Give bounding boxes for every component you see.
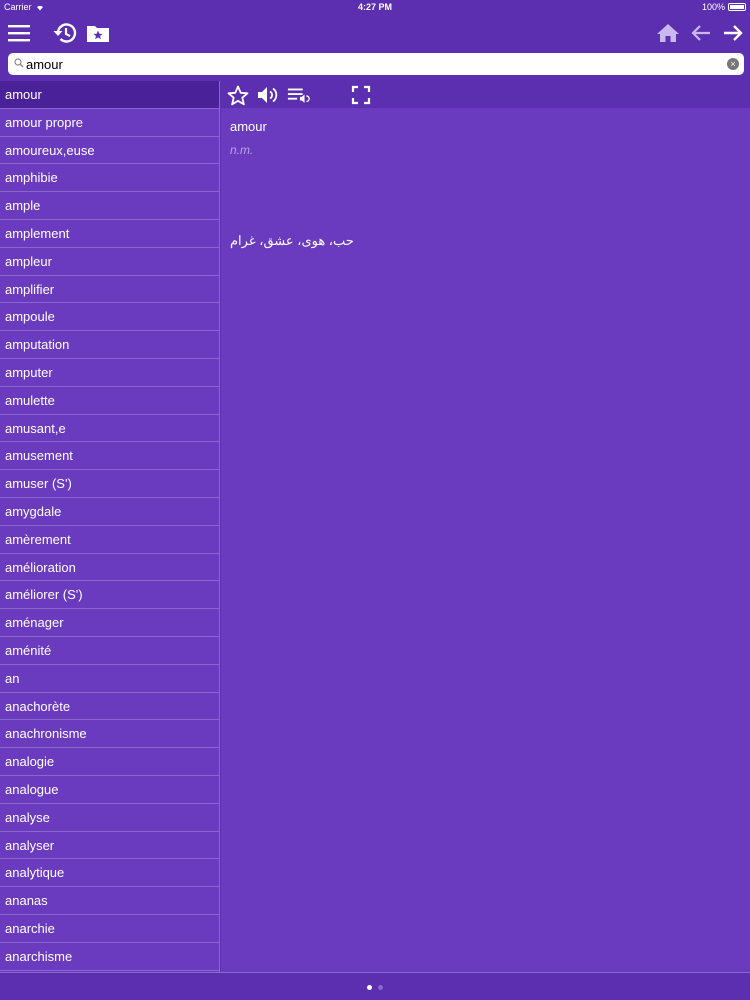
word-list-item[interactable]: ampoule [0, 303, 219, 332]
fullscreen-icon[interactable] [349, 83, 373, 107]
word-list-item[interactable]: anachronisme [0, 720, 219, 749]
top-toolbar [0, 14, 750, 52]
clear-search-icon[interactable]: × [727, 58, 739, 70]
entry-translation: حب، هوى، عشق، غرام [230, 233, 354, 248]
menu-icon[interactable] [4, 18, 34, 48]
word-list-item[interactable]: amour propre [0, 109, 219, 137]
entry-part-of-speech: n.m. [230, 143, 254, 157]
word-list-item[interactable]: aménité [0, 637, 219, 665]
word-list-item[interactable]: anarchisme [0, 943, 219, 971]
word-list-item[interactable]: amputer [0, 359, 219, 387]
battery-percent: 100% [701, 2, 725, 12]
favorites-folder-icon[interactable] [83, 18, 113, 48]
word-list-item[interactable]: ampleur [0, 248, 219, 276]
clock: 4:27 PM [357, 2, 392, 12]
entry-detail-pane: amour n.m. حب، هوى، عشق، غرام [221, 81, 750, 972]
word-list: amour amour propre amoureux,euse amphibie am… [0, 81, 220, 972]
word-list-item[interactable]: amusant,e [0, 415, 219, 443]
word-list-item[interactable]: amulette [0, 387, 219, 415]
back-arrow-icon[interactable] [686, 18, 716, 48]
word-list-item[interactable]: analyser [0, 832, 219, 860]
word-list-item[interactable]: ample [0, 192, 219, 220]
word-list-item[interactable]: an [0, 665, 219, 693]
status-bar: Carrier 4:27 PM 100% [0, 0, 750, 14]
word-list-item[interactable]: améliorer (S') [0, 581, 219, 610]
playlist-audio-icon[interactable] [287, 83, 311, 107]
detail-toolbar [221, 81, 750, 108]
word-list-item[interactable]: analogue [0, 776, 219, 804]
word-list-item[interactable]: amplifier [0, 276, 219, 304]
page-indicator-bar [0, 972, 750, 1000]
word-list-item[interactable]: anachorète [0, 693, 219, 721]
history-icon[interactable] [50, 18, 80, 48]
word-list-item[interactable]: amour [0, 81, 219, 109]
page-dot-active[interactable] [367, 985, 372, 990]
word-list-item[interactable]: amoureux,euse [0, 137, 219, 165]
forward-arrow-icon[interactable] [718, 18, 748, 48]
word-list-item[interactable]: anarchie [0, 915, 219, 943]
word-list-item[interactable]: analyse [0, 804, 219, 832]
search-input[interactable] [26, 53, 726, 75]
search-bar: × [8, 53, 744, 75]
page-dot[interactable] [378, 985, 383, 990]
word-list-item[interactable]: aménager [0, 609, 219, 637]
star-icon[interactable] [226, 83, 250, 107]
word-list-item[interactable]: amuser (S') [0, 470, 219, 498]
word-list-item[interactable]: amélioration [0, 554, 219, 582]
battery-icon [728, 3, 746, 11]
battery-status: 100% [702, 2, 746, 12]
word-list-item[interactable]: amèrement [0, 526, 219, 554]
word-list-item[interactable]: amusement [0, 442, 219, 471]
word-list-item[interactable]: amygdale [0, 498, 219, 526]
word-list-item[interactable]: amplement [0, 220, 219, 248]
word-list-item[interactable]: amputation [0, 331, 219, 359]
word-list-item[interactable]: analytique [0, 859, 219, 888]
home-icon[interactable] [653, 18, 683, 48]
word-list-item[interactable]: amphibie [0, 164, 219, 193]
entry-headword: amour [230, 119, 267, 134]
word-list-item[interactable]: analogie [0, 748, 219, 776]
word-list-item[interactable]: ananas [0, 887, 219, 915]
speaker-icon[interactable] [256, 83, 280, 107]
search-icon [14, 58, 24, 68]
